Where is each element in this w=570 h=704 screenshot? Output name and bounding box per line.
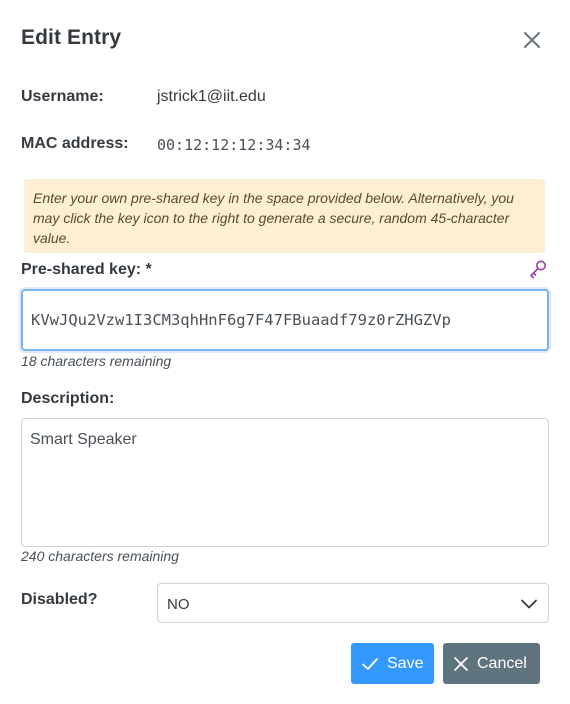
username-label: Username:	[21, 88, 104, 105]
description-remaining: 240 characters remaining	[21, 548, 179, 564]
generate-key-button[interactable]	[528, 259, 548, 279]
psk-hint-box: Enter your own pre-shared key in the spa…	[24, 179, 545, 253]
disabled-label: Disabled?	[21, 591, 98, 608]
close-icon	[454, 656, 468, 671]
psk-input[interactable]	[21, 289, 549, 351]
description-label: Description:	[21, 390, 115, 407]
save-button[interactable]: Save	[351, 643, 434, 684]
description-textarea[interactable]: Smart Speaker	[21, 418, 549, 547]
psk-hint-text: Enter your own pre-shared key in the spa…	[33, 190, 514, 246]
key-icon	[530, 260, 546, 279]
close-button[interactable]	[520, 28, 544, 52]
mac-address-label: MAC address:	[21, 135, 129, 152]
cancel-button-label: Cancel	[477, 654, 527, 672]
chevron-down-icon	[521, 599, 537, 609]
check-icon	[362, 657, 378, 670]
cancel-button[interactable]: Cancel	[443, 643, 540, 684]
psk-remaining: 18 characters remaining	[21, 353, 172, 369]
psk-label: Pre-shared key: *	[21, 261, 152, 278]
disabled-select[interactable]: NO	[157, 583, 549, 623]
mac-address-value: 00:12:12:12:34:34	[157, 136, 311, 154]
username-value: jstrick1@iit.edu	[157, 88, 266, 105]
edit-entry-dialog: Edit Entry Username: jstrick1@iit.edu MA…	[0, 0, 570, 704]
close-icon	[524, 32, 540, 48]
save-button-label: Save	[387, 654, 424, 672]
dialog-title: Edit Entry	[21, 26, 122, 49]
disabled-select-value: NO	[167, 596, 190, 613]
